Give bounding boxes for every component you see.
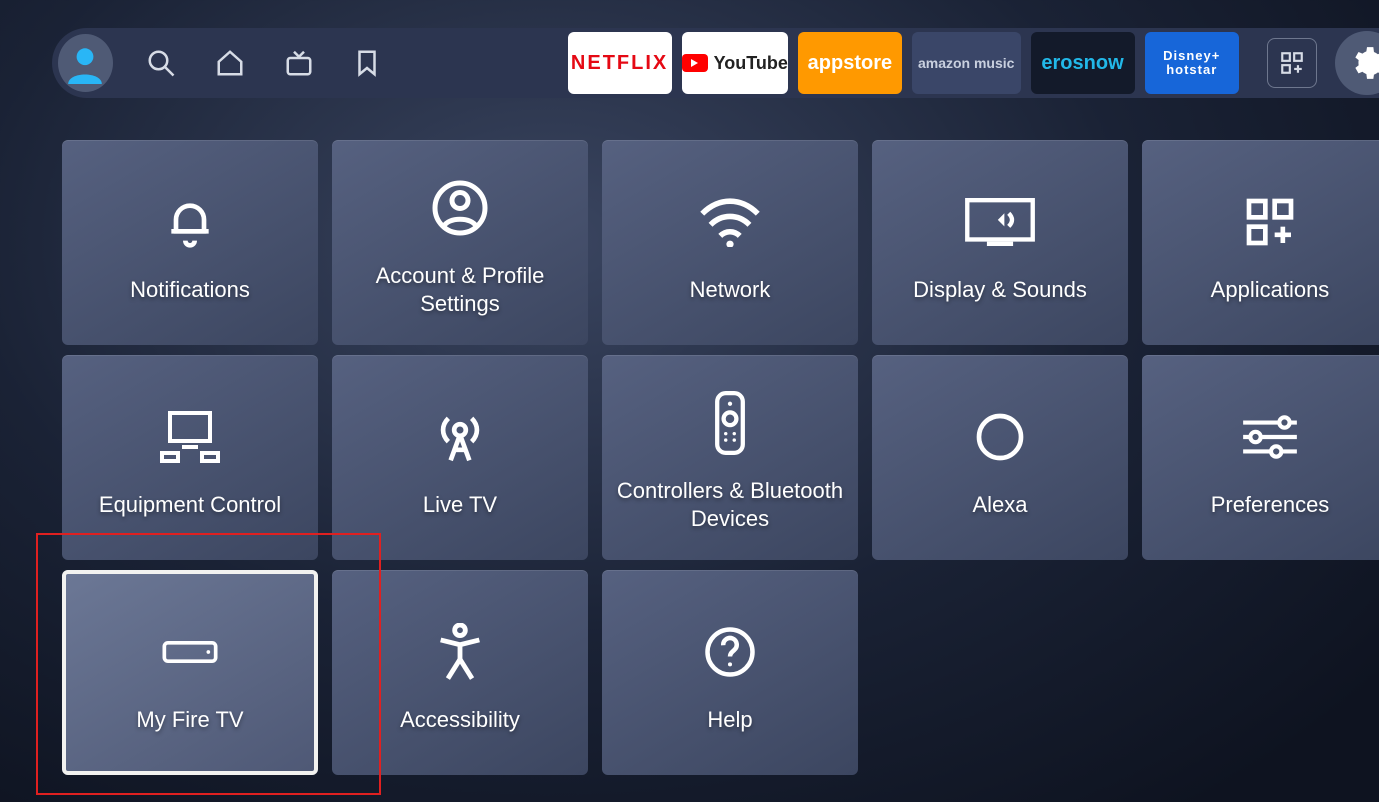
display-sound-icon (882, 182, 1118, 262)
tile-label: Accessibility (400, 706, 520, 734)
bookmark-icon (352, 48, 382, 78)
accessibility-icon (342, 612, 578, 692)
tile-label: Equipment Control (99, 491, 281, 519)
alexa-ring-icon (882, 397, 1118, 477)
bell-icon (72, 182, 308, 262)
profile-button[interactable] (58, 34, 113, 92)
tile-accessibility[interactable]: Accessibility (332, 570, 588, 775)
apps-grid-icon (1279, 50, 1305, 76)
app-netflix-label: NETFLIX (571, 52, 668, 75)
youtube-play-icon (682, 54, 708, 72)
all-apps-button[interactable] (1267, 38, 1317, 88)
search-button[interactable] (133, 33, 190, 93)
app-amazon-music-label: amazon music (918, 55, 1014, 71)
tile-label: Account & Profile Settings (342, 262, 578, 317)
app-erosnow[interactable]: erosnow (1031, 32, 1135, 94)
wifi-icon (612, 182, 848, 262)
app-youtube[interactable]: YouTube (682, 32, 788, 94)
library-button[interactable] (339, 33, 396, 93)
apps-add-icon (1152, 182, 1379, 262)
tile-label: Applications (1211, 276, 1330, 304)
gear-icon (1348, 44, 1379, 82)
tile-label: Preferences (1211, 491, 1330, 519)
tile-equipment-control[interactable]: Equipment Control (62, 355, 318, 560)
remote-icon (612, 383, 848, 463)
tile-label: Live TV (423, 491, 497, 519)
tile-my-fire-tv[interactable]: My Fire TV (62, 570, 318, 775)
tile-network[interactable]: Network (602, 140, 858, 345)
app-appstore-label: appstore (808, 52, 892, 75)
tile-alexa[interactable]: Alexa (872, 355, 1128, 560)
tile-label: Controllers & Bluetooth Devices (612, 477, 848, 532)
tile-preferences[interactable]: Preferences (1142, 355, 1379, 560)
settings-button[interactable] (1335, 31, 1379, 95)
device-icon (72, 612, 308, 692)
account-icon (342, 168, 578, 248)
tile-label: Help (707, 706, 752, 734)
app-youtube-label: YouTube (714, 53, 788, 74)
tile-help[interactable]: Help (602, 570, 858, 775)
tile-label: Alexa (972, 491, 1027, 519)
antenna-icon (342, 397, 578, 477)
tile-label: Display & Sounds (913, 276, 1087, 304)
tile-label: Network (690, 276, 771, 304)
app-hotstar-label: Disney+ hotstar (1145, 49, 1240, 78)
tile-notifications[interactable]: Notifications (62, 140, 318, 345)
tile-live-tv[interactable]: Live TV (332, 355, 588, 560)
search-icon (146, 48, 176, 78)
tile-label: My Fire TV (136, 706, 243, 734)
tile-account-profile[interactable]: Account & Profile Settings (332, 140, 588, 345)
settings-grid: Notifications Account & Profile Settings… (62, 140, 1379, 775)
profile-icon (64, 42, 106, 84)
app-amazon-music[interactable]: amazon music (912, 32, 1021, 94)
tile-display-sounds[interactable]: Display & Sounds (872, 140, 1128, 345)
equipment-icon (72, 397, 308, 477)
tile-controllers-bluetooth[interactable]: Controllers & Bluetooth Devices (602, 355, 858, 560)
app-netflix[interactable]: NETFLIX (568, 32, 672, 94)
tile-label: Notifications (130, 276, 250, 304)
app-erosnow-label: erosnow (1041, 52, 1123, 75)
home-button[interactable] (202, 33, 259, 93)
help-icon (612, 612, 848, 692)
tile-applications[interactable]: Applications (1142, 140, 1379, 345)
sliders-icon (1152, 397, 1379, 477)
live-button[interactable] (270, 33, 327, 93)
tv-icon (284, 48, 314, 78)
app-appstore[interactable]: appstore (798, 32, 902, 94)
home-icon (215, 48, 245, 78)
top-navbar: NETFLIX YouTube appstore amazon music er… (52, 28, 1379, 98)
app-disney-hotstar[interactable]: Disney+ hotstar (1145, 32, 1240, 94)
